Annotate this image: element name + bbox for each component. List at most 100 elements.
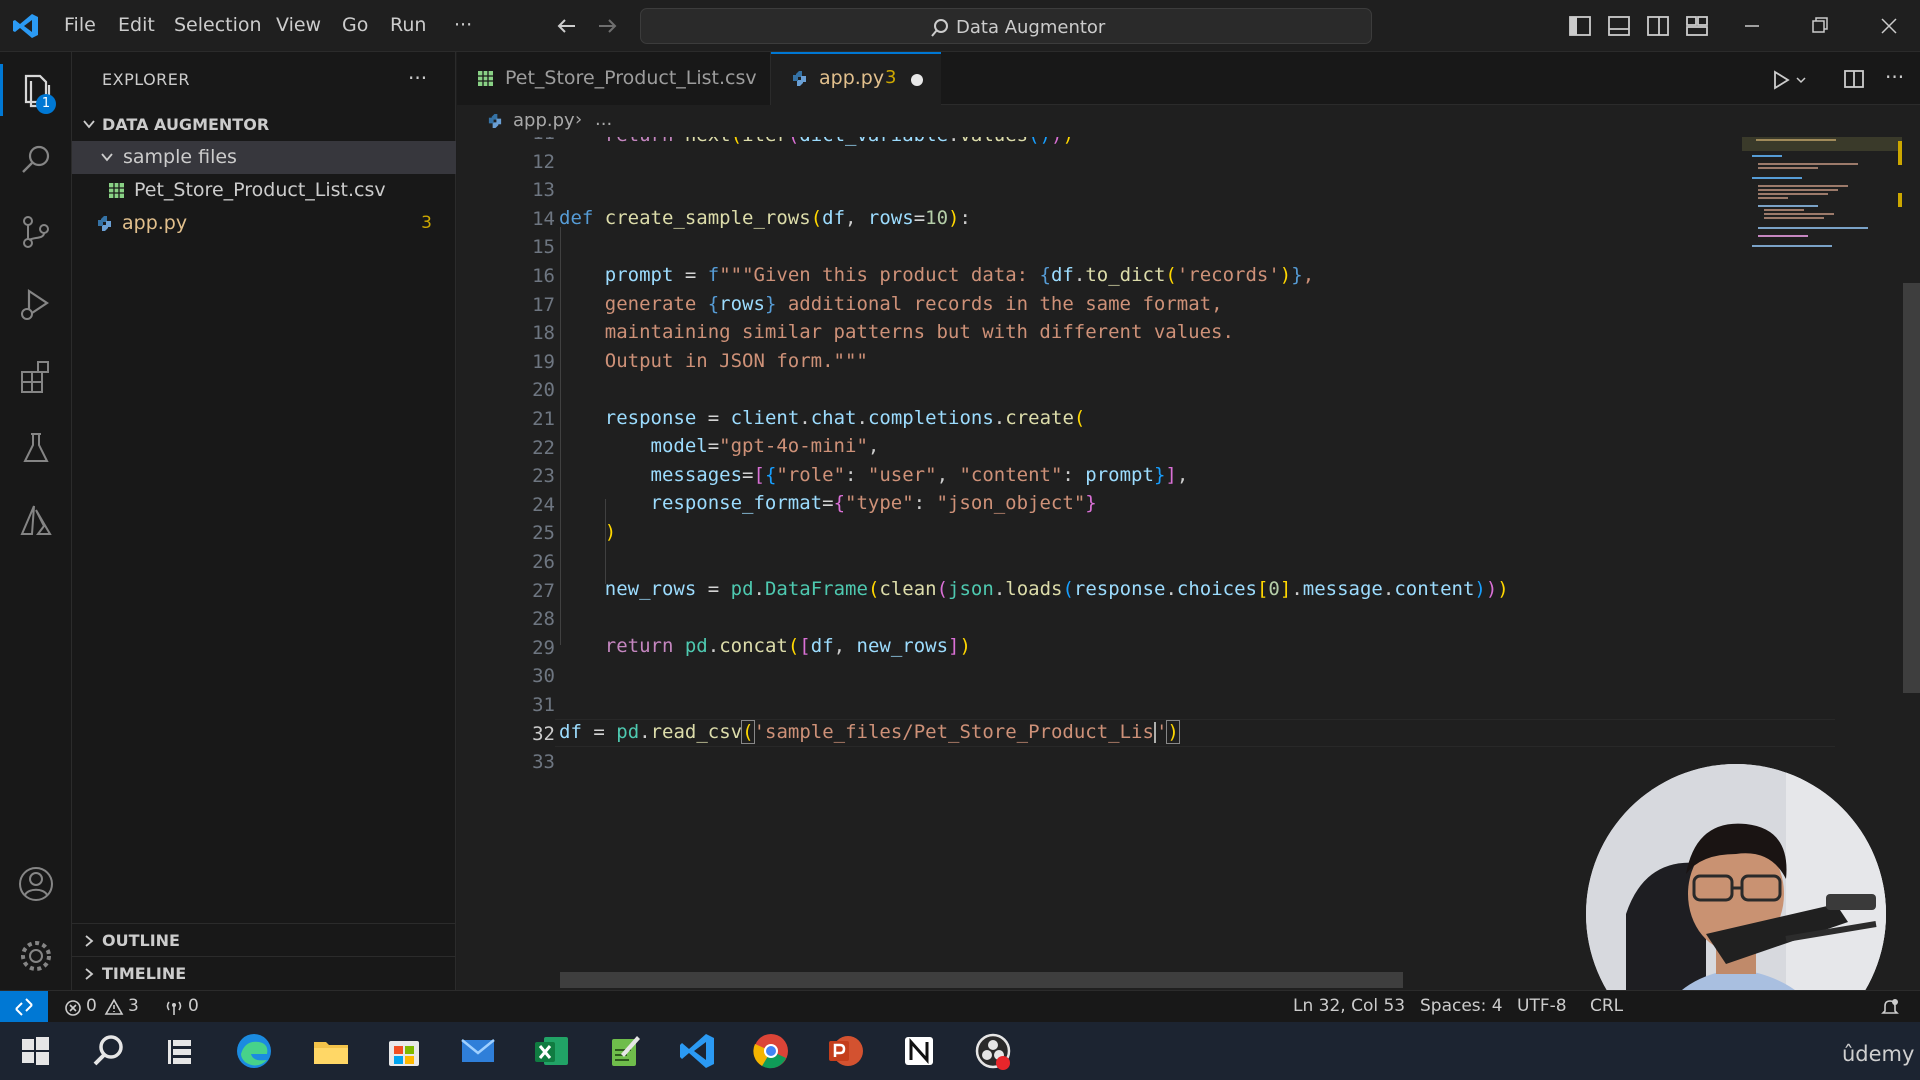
tab-app-py[interactable]: app.py 3 bbox=[771, 52, 941, 105]
line-number: 23 bbox=[532, 465, 555, 488]
command-center-search[interactable]: Data Augmentor bbox=[640, 8, 1372, 44]
run-python-file-icon[interactable] bbox=[1769, 68, 1793, 92]
python-file-icon bbox=[98, 216, 111, 231]
taskbar-search-icon[interactable] bbox=[87, 1030, 129, 1072]
microsoft-store-icon[interactable] bbox=[383, 1030, 425, 1072]
explorer-activity[interactable]: 1 bbox=[0, 64, 58, 116]
toggle-panel-icon[interactable] bbox=[1605, 12, 1633, 40]
file-pet-store-csv[interactable]: Pet_Store_Product_List.csv bbox=[72, 174, 456, 207]
code-line-11: return next(iter(dict_variable.values())… bbox=[559, 137, 1074, 146]
cursor-position[interactable]: Ln 32, Col 53 bbox=[1293, 996, 1405, 1016]
source-control-activity[interactable] bbox=[14, 210, 58, 254]
timeline-label: TIMELINE bbox=[102, 964, 187, 983]
task-view-icon[interactable] bbox=[160, 1030, 202, 1072]
file-explorer-icon[interactable] bbox=[310, 1030, 352, 1072]
folder-sample-files[interactable]: sample files bbox=[72, 141, 456, 174]
menu-selection[interactable]: Selection bbox=[174, 14, 262, 36]
unsaved-dot-icon[interactable] bbox=[911, 74, 923, 86]
code-line-18: maintaining similar patterns but with di… bbox=[559, 321, 1234, 343]
timeline-section[interactable]: TIMELINE bbox=[72, 956, 456, 989]
vscode-taskbar-icon[interactable] bbox=[677, 1030, 719, 1072]
customize-layout-icon[interactable] bbox=[1683, 12, 1711, 40]
menu-go[interactable]: Go bbox=[342, 14, 368, 36]
explorer-more-button[interactable]: ··· bbox=[408, 66, 427, 90]
flask-icon bbox=[23, 433, 49, 462]
code-line-16: prompt = f"""Given this product data: {d… bbox=[604, 264, 1315, 286]
problems-count-badge: 3 bbox=[421, 213, 432, 233]
code-line-32: df = pd.read_csv('sample_files/Pet_Store… bbox=[559, 720, 1180, 744]
mail-icon[interactable] bbox=[457, 1030, 499, 1072]
code-line-14: def create_sample_rows(df, rows=10): bbox=[559, 207, 971, 229]
testing-activity[interactable] bbox=[14, 426, 58, 470]
back-arrow-icon[interactable] bbox=[553, 12, 581, 40]
menu-edit[interactable]: Edit bbox=[118, 14, 155, 36]
code-line-21: response = client.chat.completions.creat… bbox=[604, 407, 1086, 429]
chevron-down-icon[interactable] bbox=[1795, 74, 1807, 86]
breadcrumb: app.py › ... bbox=[457, 105, 1920, 137]
search-activity[interactable] bbox=[14, 138, 58, 182]
chevron-right-icon bbox=[85, 968, 94, 980]
workspace-root[interactable]: DATA AUGMENTOR bbox=[72, 108, 456, 141]
toggle-primary-sidebar-icon[interactable] bbox=[1566, 12, 1594, 40]
code-line-24: response_format={"type": "json_object"} bbox=[650, 492, 1097, 514]
line-number: 13 bbox=[532, 179, 555, 202]
breadcrumb-symbol[interactable]: ... bbox=[595, 109, 612, 130]
menu-run[interactable]: Run bbox=[390, 14, 426, 36]
warning-icon[interactable] bbox=[104, 998, 124, 1016]
notifications-bell-icon[interactable] bbox=[1880, 997, 1900, 1017]
manage-activity[interactable] bbox=[14, 934, 58, 978]
notepad-app-icon[interactable] bbox=[603, 1030, 645, 1072]
obs-recording-icon[interactable] bbox=[972, 1030, 1014, 1072]
errors-count[interactable]: 0 bbox=[86, 996, 97, 1016]
file-app-py[interactable]: app.py 3 bbox=[72, 207, 456, 240]
remote-indicator[interactable] bbox=[0, 991, 48, 1023]
run-debug-icon bbox=[21, 288, 49, 320]
edge-browser-icon[interactable] bbox=[233, 1030, 275, 1072]
menu-more[interactable]: ··· bbox=[454, 14, 472, 36]
gear-icon bbox=[21, 941, 51, 971]
windows-taskbar bbox=[0, 1022, 1920, 1080]
ports-count[interactable]: 0 bbox=[188, 996, 199, 1016]
python-file-icon bbox=[793, 71, 806, 86]
menu-file[interactable]: File bbox=[64, 14, 96, 36]
minimize-icon[interactable] bbox=[1738, 12, 1766, 40]
code-line-27: new_rows = pd.DataFrame(clean(json.loads… bbox=[604, 578, 1509, 600]
chevron-down-icon bbox=[101, 153, 113, 162]
chrome-icon[interactable] bbox=[750, 1030, 792, 1072]
extensions-activity[interactable] bbox=[14, 354, 58, 398]
accounts-activity[interactable] bbox=[14, 862, 58, 906]
outline-label: OUTLINE bbox=[102, 931, 180, 950]
vscode-logo-icon bbox=[13, 14, 38, 38]
end-of-line[interactable]: CRL bbox=[1590, 996, 1623, 1016]
close-window-icon[interactable] bbox=[1875, 12, 1903, 40]
encoding[interactable]: UTF-8 bbox=[1517, 996, 1567, 1016]
azure-activity[interactable] bbox=[14, 498, 58, 542]
line-number: 22 bbox=[532, 436, 555, 459]
toggle-secondary-sidebar-icon[interactable] bbox=[1644, 12, 1672, 40]
windows-start-icon[interactable] bbox=[14, 1030, 56, 1072]
ports-antenna-icon[interactable] bbox=[164, 998, 184, 1016]
outline-section[interactable]: OUTLINE bbox=[72, 923, 456, 956]
indentation[interactable]: Spaces: 4 bbox=[1420, 996, 1503, 1016]
horizontal-scrollbar[interactable] bbox=[560, 972, 1403, 988]
restore-icon[interactable] bbox=[1806, 12, 1834, 40]
editor-more-actions-icon[interactable]: ··· bbox=[1885, 65, 1904, 89]
run-debug-activity[interactable] bbox=[14, 282, 58, 326]
notion-icon[interactable] bbox=[898, 1030, 940, 1072]
menu-view[interactable]: View bbox=[276, 14, 321, 36]
forward-arrow-icon[interactable] bbox=[593, 12, 621, 40]
file-label: app.py bbox=[122, 212, 188, 234]
powerpoint-icon[interactable] bbox=[824, 1030, 866, 1072]
vertical-scrollbar[interactable] bbox=[1903, 283, 1920, 693]
minimap[interactable] bbox=[1742, 137, 1902, 257]
error-icon[interactable] bbox=[64, 999, 82, 1017]
line-number: 30 bbox=[532, 665, 555, 688]
editor-tab-bar: Pet_Store_Product_List.csv app.py 3 ··· bbox=[457, 52, 1920, 105]
excel-icon[interactable] bbox=[530, 1030, 572, 1072]
split-editor-icon[interactable] bbox=[1842, 67, 1866, 91]
tab-pet-store-csv[interactable]: Pet_Store_Product_List.csv bbox=[457, 52, 771, 105]
explorer-sidebar: EXPLORER ··· DATA AUGMENTOR sample files… bbox=[72, 52, 456, 990]
breadcrumb-file[interactable]: app.py bbox=[513, 110, 575, 131]
warnings-count[interactable]: 3 bbox=[128, 996, 139, 1016]
chevron-down-icon bbox=[83, 120, 95, 129]
